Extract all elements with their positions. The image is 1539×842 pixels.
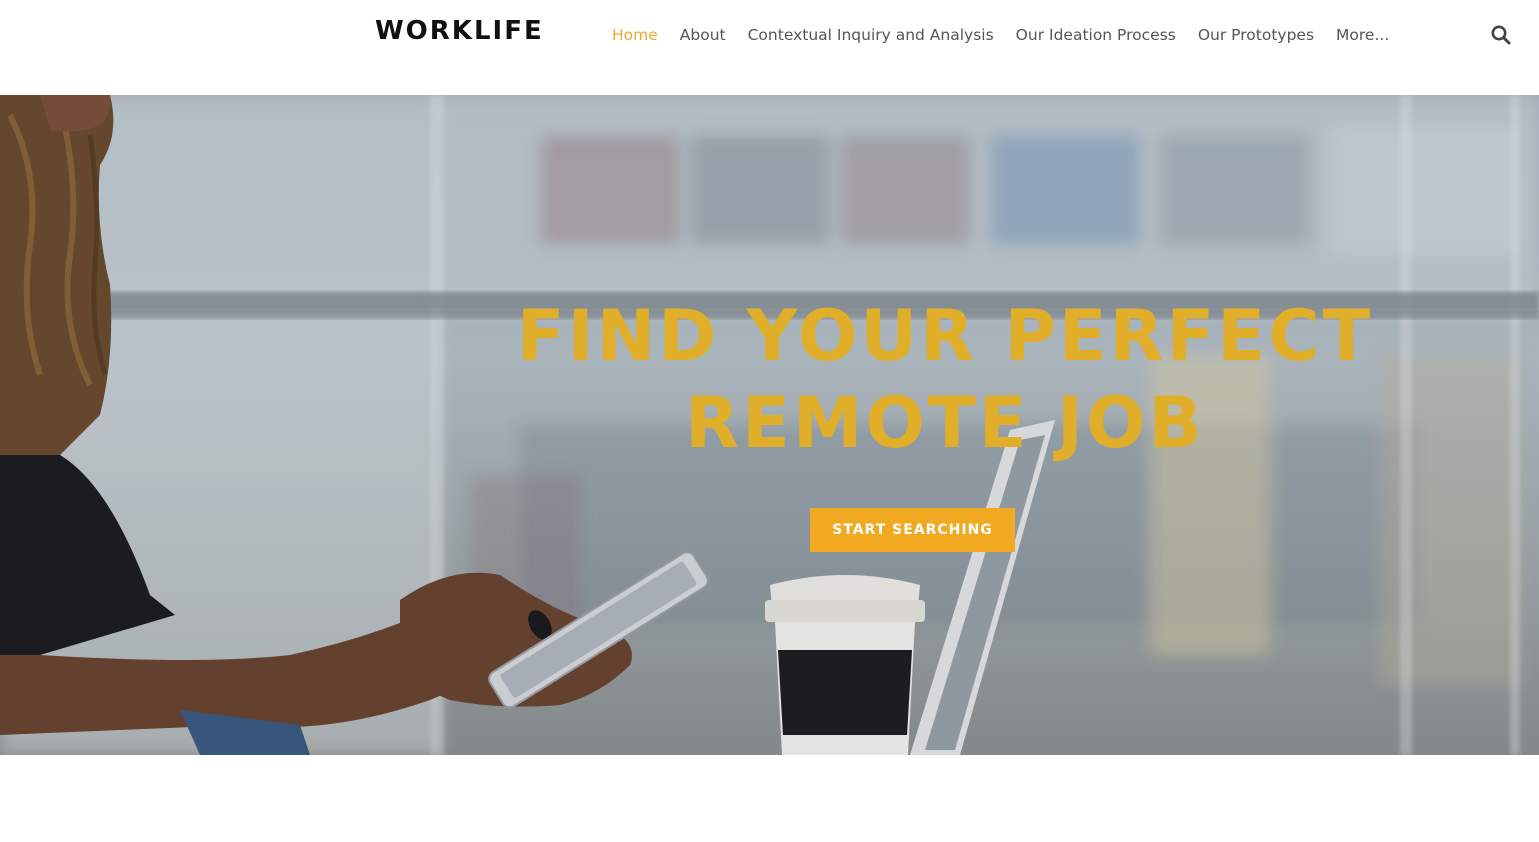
hero-banner: FIND YOUR PERFECT REMOTE JOB START SEARC… xyxy=(0,95,1539,755)
nav-item-home[interactable]: Home xyxy=(612,23,658,47)
site-header: WORKLIFE Home About Contextual Inquiry a… xyxy=(0,0,1539,95)
hero-title: FIND YOUR PERFECT REMOTE JOB xyxy=(470,293,1420,467)
hero-title-line-1: FIND YOUR PERFECT xyxy=(516,295,1374,377)
start-searching-button[interactable]: START SEARCHING xyxy=(810,508,1015,552)
hero-title-line-2: REMOTE JOB xyxy=(685,382,1205,464)
search-icon xyxy=(1491,25,1511,45)
search-button[interactable] xyxy=(1490,24,1512,46)
nav-item-ideation-process[interactable]: Our Ideation Process xyxy=(1016,23,1176,47)
main-nav: Home About Contextual Inquiry and Analys… xyxy=(612,23,1411,47)
nav-item-about[interactable]: About xyxy=(680,23,726,47)
nav-item-prototypes[interactable]: Our Prototypes xyxy=(1198,23,1314,47)
site-logo[interactable]: WORKLIFE xyxy=(375,14,544,48)
nav-item-contextual-inquiry[interactable]: Contextual Inquiry and Analysis xyxy=(748,23,994,47)
nav-item-more[interactable]: More... xyxy=(1336,23,1389,47)
